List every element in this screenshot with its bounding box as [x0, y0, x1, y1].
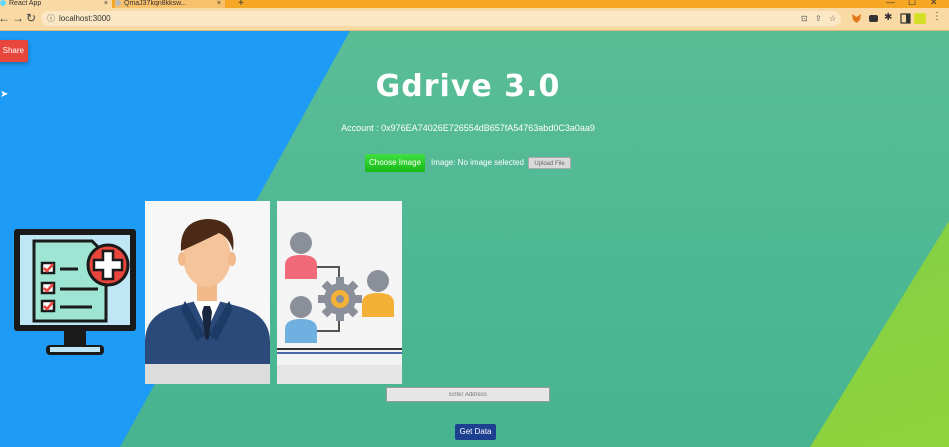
page-title: Gdrive 3.0	[375, 69, 561, 104]
tab-title: QmaJ37kqn8kksw...	[124, 0, 187, 7]
extension-icon[interactable]	[868, 13, 879, 24]
tab-ipfs-file[interactable]: QmaJ37kqn8kksw... ×	[115, 0, 225, 8]
uploaded-image-medical-record[interactable]	[12, 227, 138, 359]
globe-favicon-icon	[115, 0, 121, 6]
metamask-extension-icon[interactable]	[851, 13, 862, 24]
browser-tab-strip: React App × QmaJ37kqn8kksw... × + — ☐ ✕	[0, 0, 949, 9]
menu-kebab-icon[interactable]: ⋮	[932, 11, 942, 22]
businessman-portrait	[145, 201, 270, 384]
share-button[interactable]: Share	[0, 40, 28, 62]
image-status-label: Image: No image selected	[431, 158, 524, 167]
choose-image-button[interactable]: Choose Image	[365, 154, 425, 172]
maximize-icon[interactable]: ☐	[908, 0, 916, 8]
tab-react-app[interactable]: React App ×	[0, 0, 112, 8]
back-icon[interactable]: ←	[0, 11, 10, 25]
extensions-puzzle-icon[interactable]: ✱	[884, 12, 892, 23]
tab-title: React App	[9, 0, 42, 7]
bookmark-star-icon[interactable]: ☆	[829, 11, 836, 26]
reload-icon[interactable]: ↻	[26, 11, 36, 25]
get-data-button[interactable]: Get Data	[455, 424, 496, 440]
account-address: Account : 0x976EA74026E726554dB657fA5476…	[341, 123, 595, 133]
medical-record-monitor-icon	[14, 229, 136, 355]
react-favicon-icon	[0, 0, 6, 6]
upload-file-button[interactable]: Upload File	[528, 157, 571, 169]
close-tab-icon[interactable]: ×	[104, 0, 108, 7]
team-workflow-icon	[277, 201, 402, 384]
site-info-icon[interactable]: ⓘ	[47, 11, 55, 26]
forward-icon[interactable]: →	[12, 11, 24, 25]
close-tab-icon[interactable]: ×	[217, 0, 221, 7]
app-page: Share ➤ Gdrive 3.0 Account : 0x976EA7402…	[0, 31, 949, 447]
install-icon[interactable]: ⊡	[801, 11, 808, 26]
minimize-icon[interactable]: —	[886, 0, 895, 7]
close-window-icon[interactable]: ✕	[930, 0, 938, 8]
url-text: localhost:3000	[59, 14, 111, 23]
address-bar[interactable]: ⓘ localhost:3000 ⊡ ⇪ ☆	[41, 11, 841, 26]
browser-toolbar: ← → ↻ ⓘ localhost:3000 ⊡ ⇪ ☆ ✱ ⋮	[0, 8, 949, 31]
uploaded-image-businessman[interactable]	[145, 201, 270, 384]
uploaded-image-team-workflow[interactable]	[277, 201, 402, 384]
profile-avatar-icon[interactable]	[914, 13, 926, 24]
share-page-icon[interactable]: ⇪	[815, 11, 822, 26]
side-panel-icon[interactable]	[900, 13, 911, 24]
address-input[interactable]	[386, 387, 550, 402]
